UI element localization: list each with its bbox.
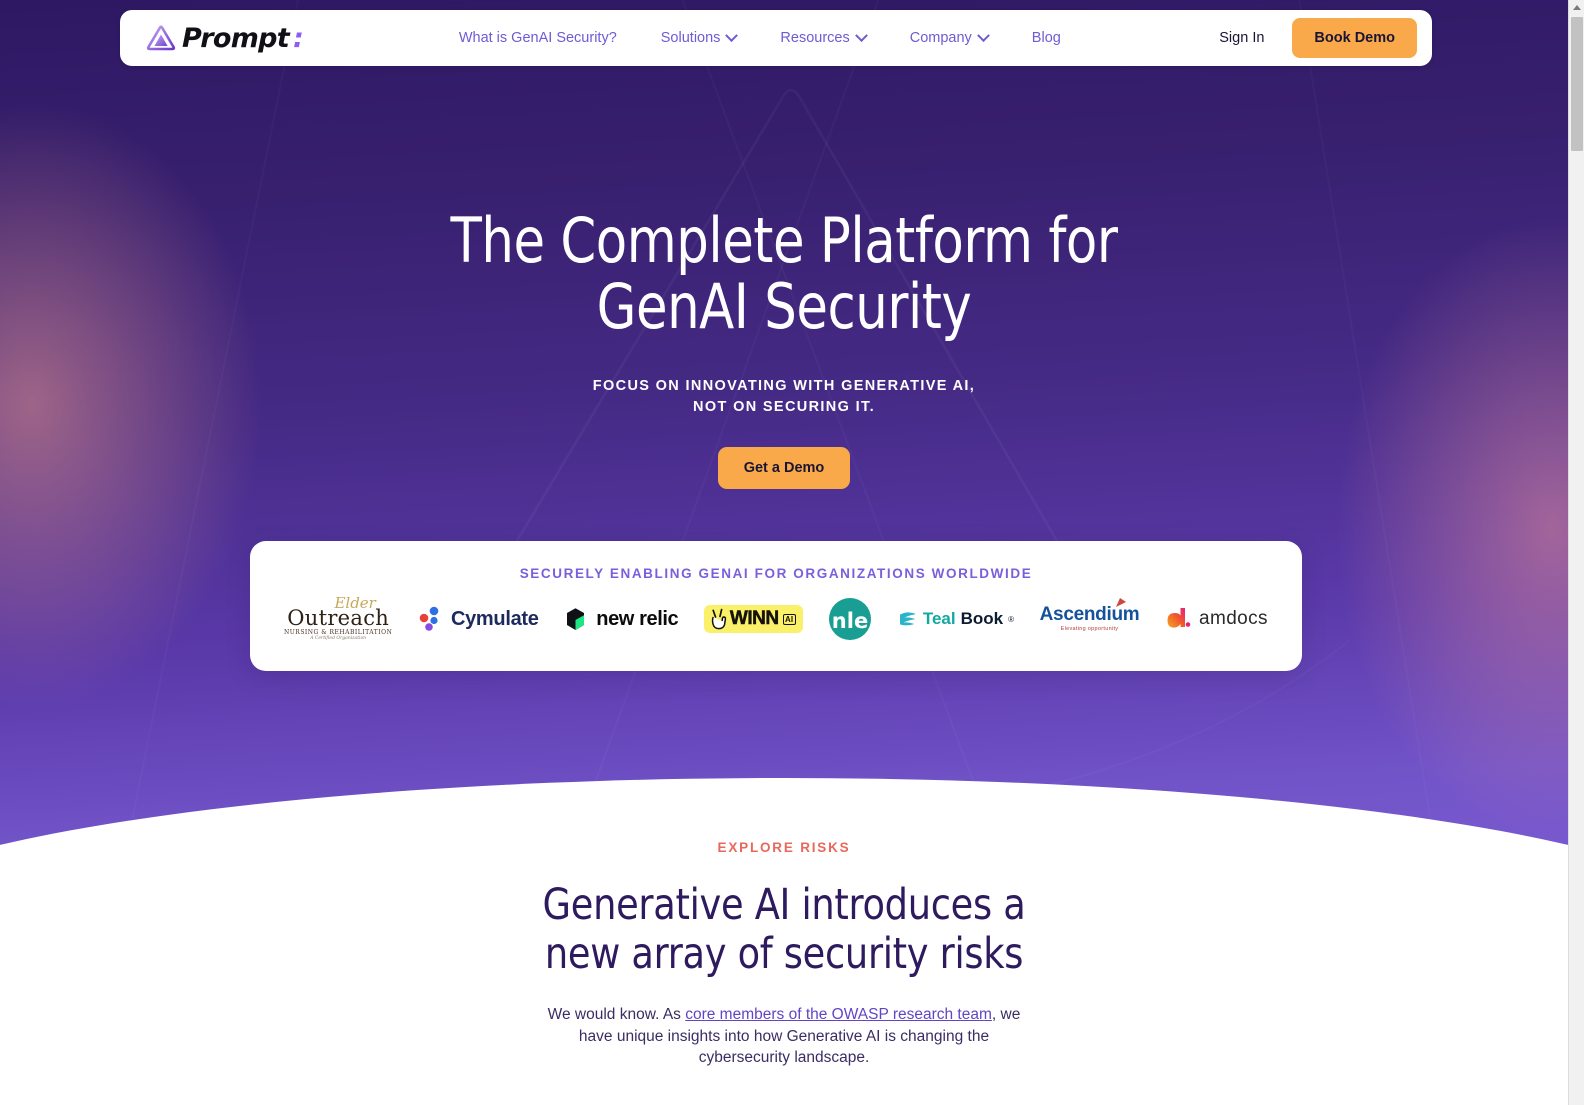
scrollbar-thumb[interactable] [1571, 17, 1583, 151]
nav-item-solutions[interactable]: Solutions [660, 28, 739, 46]
logo-tealbook-book: Book [960, 609, 1004, 628]
amdocs-icon [1167, 608, 1191, 628]
customer-logos-card: SECURELY ENABLING GENAI FOR ORGANIZATION… [250, 541, 1302, 671]
nav-label: Company [909, 30, 972, 46]
risks-title: Generative AI introduces a new array of … [39, 881, 1529, 979]
brand-logo[interactable]: Prompt: [146, 25, 304, 52]
logo-new-relic-text: new relic [596, 607, 679, 630]
nav-label: Resources [780, 30, 850, 46]
logo-amdocs-text: amdocs [1199, 608, 1268, 629]
risks-body-before: We would know. As [547, 1006, 686, 1023]
nav-actions: Sign In Book Demo [1209, 18, 1417, 58]
vertical-scrollbar[interactable] [1568, 0, 1584, 1105]
logo-cymulate-text: Cymulate [450, 607, 539, 630]
nav-links: What is GenAI Security? Solutions Resour… [459, 28, 1061, 46]
customer-logos-title: SECURELY ENABLING GENAI FOR ORGANIZATION… [519, 566, 1033, 581]
page-root: Prompt: What is GenAI Security? Solution… [0, 0, 1584, 1105]
logo-elder-outreach: Elder Outreach NURSING & REHABILITATION … [284, 595, 392, 642]
brand-name: Prompt [182, 22, 290, 54]
registered-mark: ® [1008, 614, 1014, 624]
nav-item-resources[interactable]: Resources [780, 28, 868, 46]
hero-title-line1: The Complete Platform for [450, 204, 1118, 277]
logo-cymulate: Cymulate [418, 597, 539, 641]
scrollbar-up-arrow[interactable] [1569, 0, 1584, 15]
logo-ascendium-tag: Elevating opportunity [1060, 626, 1119, 633]
hero-title-line2: GenAI Security [596, 270, 972, 343]
svg-text:nle: nle [832, 609, 868, 633]
risks-body: We would know. As core members of the OW… [532, 1004, 1037, 1069]
brand-colon: : [293, 22, 304, 54]
sign-in-link[interactable]: Sign In [1209, 24, 1274, 52]
tealbook-swoosh-icon [899, 612, 916, 626]
hero-section: The Complete Platform for GenAI Security… [0, 0, 1568, 489]
logo-winn-text: WINN [729, 608, 780, 630]
logo-tealbook-teal: Teal [922, 609, 956, 628]
nav-label: Solutions [660, 30, 721, 46]
get-a-demo-button[interactable]: Get a Demo [717, 447, 851, 489]
hero-subtitle-line1: FOCUS ON INNOVATING WITH GENERATIVE AI, [592, 378, 976, 394]
logo-amdocs: amdocs [1165, 597, 1268, 641]
cymulate-dots-icon [419, 606, 439, 631]
nav-label: What is GenAI Security? [458, 30, 617, 46]
prompt-triangle-icon [146, 25, 176, 50]
new-relic-icon [567, 607, 585, 630]
logo-elder-sub2: A Certified Organization [310, 636, 367, 642]
hero-title: The Complete Platform for GenAI Security [63, 208, 1506, 340]
logo-ascendium: Ascendium Elevating opportunity [1040, 597, 1140, 641]
explore-risks-section: EXPLORE RISKS Generative AI introduces a… [0, 840, 1568, 1069]
peace-hand-icon [711, 608, 727, 630]
logo-winn-ai-badge: AI [782, 613, 796, 625]
logo-winn-ai: WINN AI [703, 597, 803, 641]
logo-nle: nle [828, 597, 872, 641]
chevron-up-icon [1573, 5, 1581, 10]
logo-new-relic: new relic [564, 597, 679, 641]
nle-icon: nle [829, 598, 872, 640]
risks-eyebrow: EXPLORE RISKS [717, 840, 851, 855]
risks-title-line1: Generative AI introduces a [542, 880, 1026, 930]
nav-item-what-is-genai-security[interactable]: What is GenAI Security? [459, 30, 617, 46]
nav-item-company[interactable]: Company [909, 28, 990, 46]
owasp-research-team-link[interactable]: core members of the OWASP research team [685, 1006, 992, 1023]
browser-viewport: Prompt: What is GenAI Security? Solution… [0, 0, 1568, 1105]
risks-title-line2: new array of security risks [544, 929, 1024, 979]
hero-subtitle-line2: NOT ON SECURING IT. [693, 399, 875, 415]
chevron-down-icon [976, 28, 990, 42]
nav-item-blog[interactable]: Blog [1032, 30, 1061, 46]
book-demo-button[interactable]: Book Demo [1292, 18, 1417, 58]
chevron-down-icon [854, 28, 868, 42]
customer-logo-row: Elder Outreach NURSING & REHABILITATION … [250, 581, 1302, 641]
logo-tealbook: Teal Book ® [898, 597, 1014, 641]
logo-elder-main: Outreach [287, 605, 390, 630]
ascendium-flag-icon [1116, 598, 1127, 608]
chevron-down-icon [725, 28, 739, 42]
nav-label: Blog [1031, 30, 1061, 46]
top-navigation-bar: Prompt: What is GenAI Security? Solution… [120, 10, 1432, 66]
hero-subtitle: FOCUS ON INNOVATING WITH GENERATIVE AI, … [0, 376, 1568, 418]
